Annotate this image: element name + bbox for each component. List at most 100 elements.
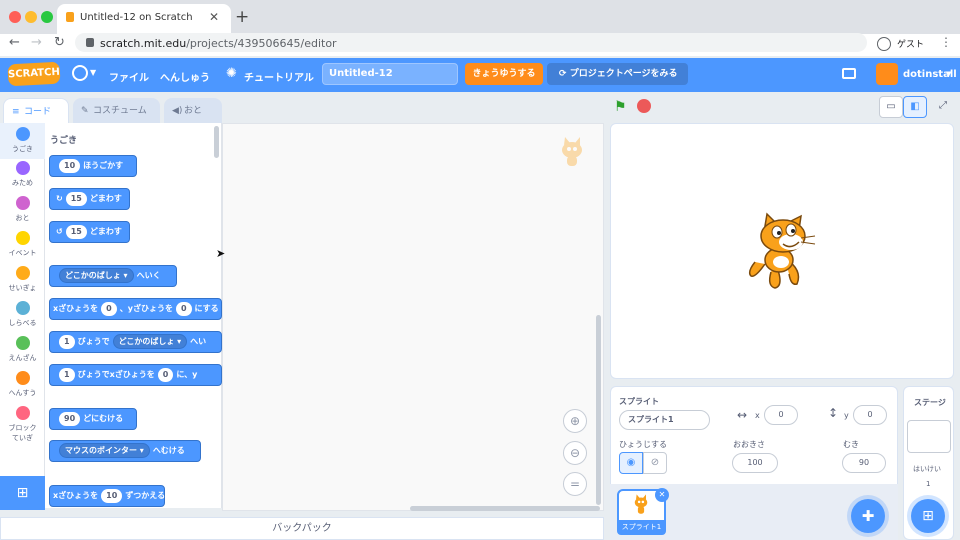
zoom-in-button[interactable]: ⊕ [563, 409, 587, 433]
close-window-button[interactable] [9, 11, 21, 23]
fullscreen-button[interactable]: ⤢ [931, 96, 955, 118]
minimize-window-button[interactable] [25, 11, 37, 23]
block-dropdown-value: どこかのばしょ [118, 337, 175, 346]
share-button[interactable]: きょうゆうする [465, 63, 543, 85]
block-point-direction[interactable]: 90 どにむける [49, 408, 137, 430]
block-dropdown[interactable]: マウスのポインター ▾ [59, 443, 150, 458]
reload-icon[interactable]: ↻ [54, 35, 65, 50]
large-stage-button[interactable]: ◧ [903, 96, 927, 118]
browser-tab-title: Untitled-12 on Scratch [80, 12, 193, 23]
block-point-towards[interactable]: マウスのポインター ▾ へむける [49, 440, 201, 462]
category-variables[interactable]: へんすう [0, 371, 45, 398]
category-operators[interactable]: えんざん [0, 336, 45, 363]
category-events[interactable]: イベント [0, 231, 45, 258]
block-input[interactable]: 10 [101, 489, 123, 503]
category-sensing[interactable]: しらべる [0, 301, 45, 328]
project-title-input[interactable]: Untitled-12 [322, 63, 458, 85]
delete-sprite-icon[interactable]: ✕ [655, 488, 669, 502]
block-input[interactable]: 90 [59, 412, 81, 426]
add-extension-button[interactable]: ⊞ [0, 476, 45, 510]
stage-title: ステージ [914, 398, 946, 407]
block-input[interactable]: 1 [59, 335, 75, 349]
globe-icon[interactable] [72, 65, 88, 81]
x-input[interactable]: 0 [764, 405, 798, 425]
show-sprite-button[interactable]: ◉ [619, 452, 643, 474]
block-input[interactable]: 0 [101, 302, 117, 316]
block-input[interactable]: 0 [175, 302, 192, 316]
size-input[interactable]: 100 [732, 453, 778, 473]
zoom-reset-button[interactable]: = [563, 472, 587, 496]
block-glide-xy[interactable]: 1 びょうでxざひょうを 0 に、y [49, 364, 222, 386]
lock-icon [86, 38, 94, 47]
scratch-logo[interactable]: SCRATCH [7, 61, 61, 87]
block-input[interactable]: 1 [59, 368, 75, 382]
profile-button[interactable]: ゲスト [873, 35, 931, 53]
scratch-cat-sprite[interactable] [745, 212, 817, 290]
block-move-steps[interactable]: 10 ほうごかす [49, 155, 137, 177]
block-turn-right[interactable]: ↻ 15 どまわす [49, 188, 130, 210]
category-my-blocks[interactable]: ブロックていぎ [0, 406, 45, 443]
direction-input[interactable]: 90 [842, 453, 886, 473]
folder-icon[interactable] [842, 68, 856, 79]
stage-thumbnail[interactable] [907, 420, 951, 453]
back-arrow-icon[interactable]: ← [9, 35, 20, 50]
category-motion[interactable]: うごき [0, 123, 45, 159]
block-turn-left[interactable]: ↺ 15 どまわす [49, 221, 130, 243]
small-stage-button[interactable]: ▭ [879, 96, 903, 118]
block-dropdown[interactable]: どこかのばしょ ▾ [112, 334, 188, 349]
sprite-thumbnail-label: スプライト1 [617, 520, 666, 535]
profile-avatar-icon [877, 37, 891, 51]
palette-scrollbar[interactable] [214, 126, 219, 158]
block-input[interactable]: 15 [65, 192, 87, 206]
block-glide[interactable]: 1 びょうで どこかのばしょ ▾ へい [49, 331, 222, 353]
see-project-page-button[interactable]: ⟳ プロジェクトページをみる [547, 63, 688, 85]
forward-arrow-icon[interactable]: → [31, 35, 42, 50]
green-flag-icon[interactable]: ⚑ [614, 99, 627, 115]
category-menu: うごき みため おと イベント せいぎょ しらべる えんざん へんすう ブロック… [0, 123, 45, 508]
menu-edit[interactable]: へんしゅう [160, 69, 210, 84]
block-text: ほうごかす [83, 161, 124, 170]
category-label: おと [15, 214, 30, 222]
backpack[interactable]: バックパック [0, 517, 604, 540]
maximize-window-button[interactable] [41, 11, 53, 23]
category-sound[interactable]: おと [0, 196, 45, 223]
menu-file[interactable]: ファイル [109, 69, 149, 84]
block-input[interactable]: 0 [157, 368, 174, 382]
x-label: x [755, 411, 760, 420]
block-goto-xy[interactable]: xざひょうを 0 、yざひょうを 0 にする [49, 298, 222, 320]
user-avatar[interactable] [876, 63, 898, 85]
category-control[interactable]: せいぎょ [0, 266, 45, 293]
tab-close-icon[interactable]: ✕ [209, 10, 219, 24]
category-label: せいぎょ [8, 284, 37, 292]
hide-sprite-button[interactable]: ⊘ [643, 452, 667, 474]
y-input[interactable]: 0 [853, 405, 887, 425]
script-area-vertical-scrollbar[interactable] [596, 315, 601, 505]
block-input[interactable]: 10 [59, 159, 81, 173]
script-area[interactable] [222, 123, 604, 511]
tab-code[interactable]: ≡ コード [3, 98, 69, 124]
profile-label: ゲスト [897, 40, 925, 50]
block-goto[interactable]: どこかのばしょ ▾ へいく [49, 265, 177, 287]
fullscreen-icon: ⤢ [939, 100, 947, 111]
block-dropdown[interactable]: どこかのばしょ ▾ [59, 268, 134, 283]
script-area-horizontal-scrollbar[interactable] [410, 506, 600, 511]
account-chevron-down-icon[interactable]: ▼ [946, 70, 951, 78]
block-change-x[interactable]: xざひょうを 10 ずつかえる [49, 485, 165, 507]
add-sprite-button[interactable]: ✚ [851, 499, 885, 533]
menu-tutorials[interactable]: チュートリアル [244, 69, 314, 84]
zoom-out-button[interactable]: ⊖ [563, 441, 587, 465]
category-looks[interactable]: みため [0, 161, 45, 188]
image-plus-icon: ⊞ [922, 508, 934, 524]
tab-sounds[interactable]: ◀) おと [164, 98, 222, 124]
add-backdrop-button[interactable]: ⊞ [911, 499, 945, 533]
extension-icon: ⊞ [16, 485, 29, 501]
block-input[interactable]: 15 [65, 225, 87, 239]
stop-icon[interactable] [637, 99, 651, 113]
sprite-name-input[interactable]: スプライト1 [619, 410, 710, 430]
new-tab-icon[interactable]: + [235, 7, 249, 27]
browser-menu-icon[interactable]: ⋮ [940, 35, 952, 49]
tab-costumes[interactable]: ✎ コスチューム [73, 98, 160, 124]
category-label: うごき [12, 145, 33, 153]
language-chevron-down-icon[interactable]: ▼ [90, 68, 96, 77]
block-dropdown-value: どこかのばしょ [65, 271, 121, 280]
